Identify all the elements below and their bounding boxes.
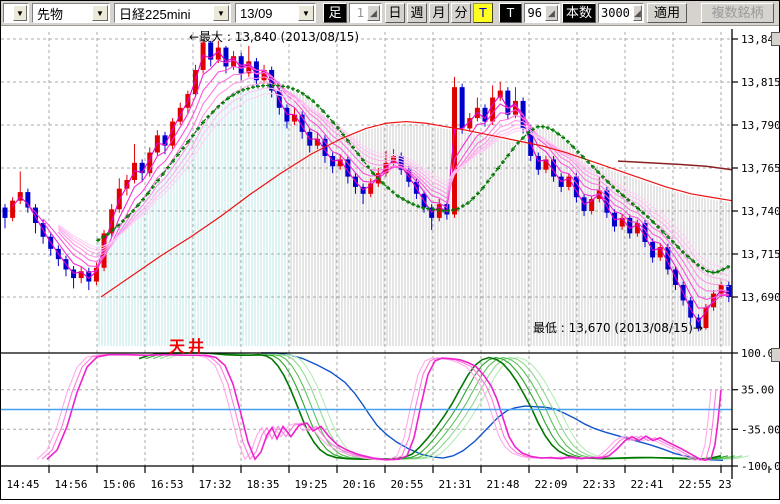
- symbol-select[interactable]: 日経225mini ▼: [114, 3, 231, 23]
- spinner-icon[interactable]: ◢: [545, 5, 558, 21]
- bar-count-value: 3000: [599, 6, 632, 20]
- svg-text:14:45: 14:45: [6, 478, 39, 491]
- dropdown-icon[interactable]: ▼: [213, 5, 229, 21]
- svg-text:14:56: 14:56: [54, 478, 87, 491]
- contract-month-value: 13/09: [236, 6, 297, 21]
- chart-canvas[interactable]: 13,84013,81513,79013,76513,74013,71513,6…: [1, 26, 779, 499]
- tick-label-button[interactable]: T: [499, 3, 522, 23]
- chart-window: ▼ 先物 ▼ 日経225mini ▼ 13/09 ▼ 足 1 ◢ 日 週 月 分…: [0, 0, 780, 500]
- min-price-annotation: 最低 : 13,670 (2013/08/15)→: [503, 319, 703, 336]
- spinner-icon[interactable]: ◢: [633, 5, 642, 21]
- bar-count-button[interactable]: 本数: [562, 3, 596, 23]
- svg-text:20:55: 20:55: [390, 478, 423, 491]
- tick-toggle-button[interactable]: T: [473, 3, 493, 23]
- max-price-annotation: ←最大 : 13,840 (2013/08/15): [189, 28, 359, 45]
- svg-text:13,690: 13,690: [741, 291, 779, 304]
- bar-count-input[interactable]: 3000 ◢: [598, 3, 644, 23]
- period-minute-button[interactable]: 分: [451, 3, 471, 23]
- multi-symbol-button[interactable]: 複数銘柄: [701, 3, 774, 23]
- svg-text:18:35: 18:35: [246, 478, 279, 491]
- ceiling-signal-label: 天井: [169, 333, 207, 357]
- period-day-button[interactable]: 日: [385, 3, 405, 23]
- svg-text:21:48: 21:48: [486, 478, 519, 491]
- svg-text:22:09: 22:09: [534, 478, 567, 491]
- svg-text:15:06: 15:06: [102, 478, 135, 491]
- svg-text:13,765: 13,765: [741, 162, 779, 175]
- symbol-value: 日経225mini: [115, 4, 212, 23]
- interval-input[interactable]: 1 ◢: [349, 3, 382, 23]
- period-week-button[interactable]: 週: [407, 3, 427, 23]
- instrument-type-value: 先物: [33, 4, 91, 23]
- spinner-icon[interactable]: ◢: [367, 5, 380, 21]
- interval-value: 1: [350, 6, 366, 20]
- svg-text:13,790: 13,790: [741, 119, 779, 132]
- svg-text:22:55: 22:55: [678, 478, 711, 491]
- svg-text:19:25: 19:25: [294, 478, 327, 491]
- svg-text:13,715: 13,715: [741, 248, 779, 261]
- tick-size-input[interactable]: 96 ◢: [524, 3, 560, 23]
- chart-svg[interactable]: 13,84013,81513,79013,76513,74013,71513,6…: [1, 26, 779, 499]
- dropdown-icon[interactable]: ▼: [13, 5, 27, 21]
- svg-text:13,740: 13,740: [741, 205, 779, 218]
- contract-month-select[interactable]: 13/09 ▼: [235, 3, 316, 23]
- svg-text:22:33: 22:33: [582, 478, 615, 491]
- toolbar: ▼ 先物 ▼ 日経225mini ▼ 13/09 ▼ 足 1 ◢ 日 週 月 分…: [1, 1, 779, 26]
- svg-text:-100.00: -100.00: [741, 460, 779, 473]
- instrument-type-select[interactable]: 先物 ▼: [32, 3, 110, 23]
- period-month-button[interactable]: 月: [429, 3, 449, 23]
- mini-select[interactable]: ▼: [3, 3, 29, 23]
- svg-text:22:41: 22:41: [630, 478, 663, 491]
- svg-text:20:16: 20:16: [342, 478, 375, 491]
- svg-text:23: 23: [718, 478, 731, 491]
- svg-text:21:31: 21:31: [438, 478, 471, 491]
- clipped-edge-widget: [771, 348, 780, 362]
- dropdown-icon[interactable]: ▼: [92, 5, 108, 21]
- svg-text:16:53: 16:53: [150, 478, 183, 491]
- bar-type-button[interactable]: 足: [323, 3, 347, 23]
- apply-button[interactable]: 適用: [647, 3, 687, 23]
- svg-text:17:32: 17:32: [198, 478, 231, 491]
- tick-size-value: 96: [525, 6, 544, 20]
- svg-text:35.00: 35.00: [741, 384, 774, 397]
- svg-text:-35.00: -35.00: [741, 423, 779, 436]
- svg-text:13,815: 13,815: [741, 76, 779, 89]
- clipped-edge-widget: [771, 32, 780, 46]
- dropdown-icon[interactable]: ▼: [298, 5, 314, 21]
